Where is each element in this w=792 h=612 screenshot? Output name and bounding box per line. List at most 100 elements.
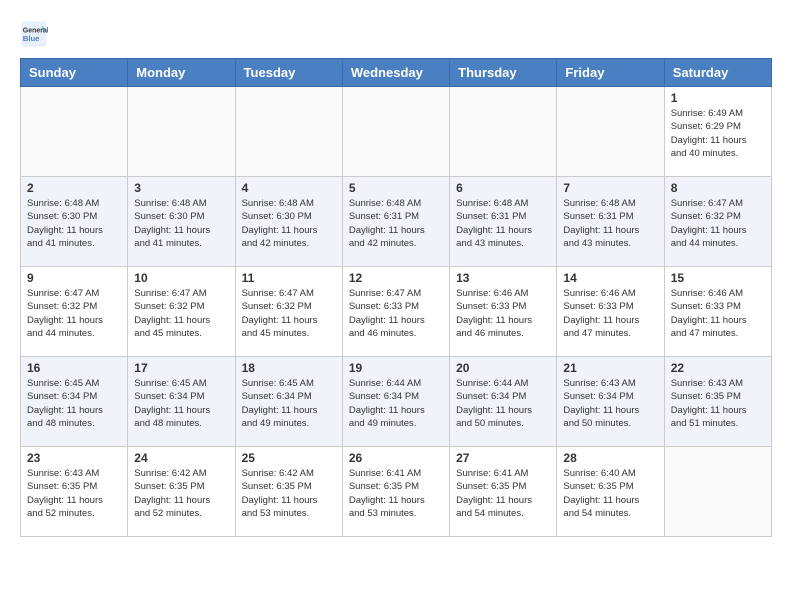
calendar-day-cell: 26 Sunrise: 6:41 AM Sunset: 6:35 PM Dayli… [342,447,449,537]
day-number: 17 [134,361,228,375]
day-number: 19 [349,361,443,375]
day-info: Sunrise: 6:44 AM Sunset: 6:34 PM Dayligh… [456,377,550,430]
day-number: 24 [134,451,228,465]
day-info: Sunrise: 6:49 AM Sunset: 6:29 PM Dayligh… [671,107,765,160]
calendar-day-cell [235,87,342,177]
calendar-day-cell [21,87,128,177]
day-info: Sunrise: 6:48 AM Sunset: 6:31 PM Dayligh… [563,197,657,250]
day-number: 4 [242,181,336,195]
day-info: Sunrise: 6:41 AM Sunset: 6:35 PM Dayligh… [349,467,443,520]
day-info: Sunrise: 6:43 AM Sunset: 6:34 PM Dayligh… [563,377,657,430]
calendar-day-cell: 23 Sunrise: 6:43 AM Sunset: 6:35 PM Dayli… [21,447,128,537]
calendar-day-cell: 2 Sunrise: 6:48 AM Sunset: 6:30 PM Daylig… [21,177,128,267]
day-info: Sunrise: 6:42 AM Sunset: 6:35 PM Dayligh… [134,467,228,520]
day-info: Sunrise: 6:48 AM Sunset: 6:30 PM Dayligh… [134,197,228,250]
calendar-day-cell [342,87,449,177]
calendar-day-cell: 15 Sunrise: 6:46 AM Sunset: 6:33 PM Dayli… [664,267,771,357]
day-info: Sunrise: 6:46 AM Sunset: 6:33 PM Dayligh… [671,287,765,340]
page-header: General Blue [20,20,772,48]
day-number: 9 [27,271,121,285]
day-number: 7 [563,181,657,195]
calendar-day-cell: 28 Sunrise: 6:40 AM Sunset: 6:35 PM Dayli… [557,447,664,537]
day-number: 2 [27,181,121,195]
day-info: Sunrise: 6:48 AM Sunset: 6:30 PM Dayligh… [242,197,336,250]
day-info: Sunrise: 6:45 AM Sunset: 6:34 PM Dayligh… [27,377,121,430]
day-info: Sunrise: 6:48 AM Sunset: 6:31 PM Dayligh… [349,197,443,250]
day-info: Sunrise: 6:47 AM Sunset: 6:32 PM Dayligh… [671,197,765,250]
day-number: 27 [456,451,550,465]
calendar-day-cell: 24 Sunrise: 6:42 AM Sunset: 6:35 PM Dayli… [128,447,235,537]
calendar-week-row: 9 Sunrise: 6:47 AM Sunset: 6:32 PM Daylig… [21,267,772,357]
day-number: 28 [563,451,657,465]
calendar-day-cell [664,447,771,537]
calendar-day-cell: 17 Sunrise: 6:45 AM Sunset: 6:34 PM Dayli… [128,357,235,447]
calendar-day-cell: 8 Sunrise: 6:47 AM Sunset: 6:32 PM Daylig… [664,177,771,267]
day-number: 25 [242,451,336,465]
day-info: Sunrise: 6:47 AM Sunset: 6:32 PM Dayligh… [242,287,336,340]
day-number: 1 [671,91,765,105]
day-info: Sunrise: 6:40 AM Sunset: 6:35 PM Dayligh… [563,467,657,520]
calendar-day-cell: 5 Sunrise: 6:48 AM Sunset: 6:31 PM Daylig… [342,177,449,267]
day-info: Sunrise: 6:45 AM Sunset: 6:34 PM Dayligh… [242,377,336,430]
logo-icon: General Blue [20,20,48,48]
weekday-header-sunday: Sunday [21,59,128,87]
day-info: Sunrise: 6:47 AM Sunset: 6:32 PM Dayligh… [134,287,228,340]
calendar-day-cell: 22Sunrise: 6:43 AM Sunset: 6:35 PM Dayli… [664,357,771,447]
weekday-header-saturday: Saturday [664,59,771,87]
calendar-day-cell: 27 Sunrise: 6:41 AM Sunset: 6:35 PM Dayli… [450,447,557,537]
calendar-day-cell: 3 Sunrise: 6:48 AM Sunset: 6:30 PM Daylig… [128,177,235,267]
day-number: 14 [563,271,657,285]
calendar-day-cell: 9 Sunrise: 6:47 AM Sunset: 6:32 PM Daylig… [21,267,128,357]
calendar-day-cell: 16 Sunrise: 6:45 AM Sunset: 6:34 PM Dayli… [21,357,128,447]
day-number: 5 [349,181,443,195]
day-number: 11 [242,271,336,285]
calendar-day-cell: 19 Sunrise: 6:44 AM Sunset: 6:34 PM Dayli… [342,357,449,447]
day-number: 20 [456,361,550,375]
calendar-day-cell: 13 Sunrise: 6:46 AM Sunset: 6:33 PM Dayli… [450,267,557,357]
calendar-day-cell: 12Sunrise: 6:47 AM Sunset: 6:33 PM Dayli… [342,267,449,357]
weekday-header-tuesday: Tuesday [235,59,342,87]
logo: General Blue [20,20,52,48]
calendar-day-cell: 21Sunrise: 6:43 AM Sunset: 6:34 PM Dayli… [557,357,664,447]
day-info: Sunrise: 6:48 AM Sunset: 6:31 PM Dayligh… [456,197,550,250]
weekday-header-wednesday: Wednesday [342,59,449,87]
calendar-day-cell: 14 Sunrise: 6:46 AM Sunset: 6:33 PM Dayli… [557,267,664,357]
day-info: Sunrise: 6:41 AM Sunset: 6:35 PM Dayligh… [456,467,550,520]
day-info: Sunrise: 6:46 AM Sunset: 6:33 PM Dayligh… [456,287,550,340]
day-info: Sunrise: 6:42 AM Sunset: 6:35 PM Dayligh… [242,467,336,520]
day-number: 3 [134,181,228,195]
calendar-week-row: 16 Sunrise: 6:45 AM Sunset: 6:34 PM Dayli… [21,357,772,447]
calendar-day-cell [128,87,235,177]
day-info: Sunrise: 6:43 AM Sunset: 6:35 PM Dayligh… [671,377,765,430]
day-number: 26 [349,451,443,465]
calendar-week-row: 23 Sunrise: 6:43 AM Sunset: 6:35 PM Dayli… [21,447,772,537]
svg-text:Blue: Blue [23,34,40,43]
day-number: 13 [456,271,550,285]
calendar-day-cell: 10Sunrise: 6:47 AM Sunset: 6:32 PM Dayli… [128,267,235,357]
calendar-day-cell: 25 Sunrise: 6:42 AM Sunset: 6:35 PM Dayli… [235,447,342,537]
day-number: 16 [27,361,121,375]
calendar-day-cell: 20 Sunrise: 6:44 AM Sunset: 6:34 PM Dayli… [450,357,557,447]
day-info: Sunrise: 6:45 AM Sunset: 6:34 PM Dayligh… [134,377,228,430]
calendar-day-cell: 18 Sunrise: 6:45 AM Sunset: 6:34 PM Dayli… [235,357,342,447]
calendar-week-row: 1 Sunrise: 6:49 AM Sunset: 6:29 PM Daylig… [21,87,772,177]
day-number: 23 [27,451,121,465]
day-number: 18 [242,361,336,375]
calendar-day-cell: 4 Sunrise: 6:48 AM Sunset: 6:30 PM Daylig… [235,177,342,267]
calendar-header-row: SundayMondayTuesdayWednesdayThursdayFrid… [21,59,772,87]
weekday-header-monday: Monday [128,59,235,87]
calendar-day-cell: 7 Sunrise: 6:48 AM Sunset: 6:31 PM Daylig… [557,177,664,267]
day-number: 6 [456,181,550,195]
day-info: Sunrise: 6:43 AM Sunset: 6:35 PM Dayligh… [27,467,121,520]
day-info: Sunrise: 6:48 AM Sunset: 6:30 PM Dayligh… [27,197,121,250]
calendar-table: SundayMondayTuesdayWednesdayThursdayFrid… [20,58,772,537]
day-info: Sunrise: 6:47 AM Sunset: 6:32 PM Dayligh… [27,287,121,340]
calendar-week-row: 2 Sunrise: 6:48 AM Sunset: 6:30 PM Daylig… [21,177,772,267]
weekday-header-thursday: Thursday [450,59,557,87]
calendar-day-cell: 11 Sunrise: 6:47 AM Sunset: 6:32 PM Dayli… [235,267,342,357]
day-number: 8 [671,181,765,195]
day-number: 15 [671,271,765,285]
day-info: Sunrise: 6:46 AM Sunset: 6:33 PM Dayligh… [563,287,657,340]
day-info: Sunrise: 6:44 AM Sunset: 6:34 PM Dayligh… [349,377,443,430]
calendar-day-cell [557,87,664,177]
